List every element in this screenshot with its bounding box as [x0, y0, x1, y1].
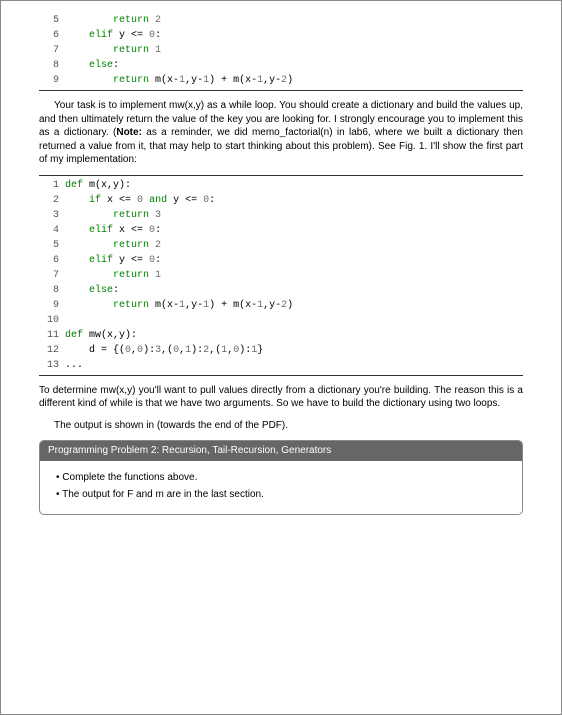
code-line: d = {(0,0):3,(0,1):2,(1,0):1}	[65, 343, 263, 358]
code-row: 11def mw(x,y):	[39, 328, 523, 343]
code-line: return 1	[65, 268, 161, 283]
paragraph-explain: To determine mw(x,y) you'll want to pull…	[39, 384, 523, 411]
code-line: return 2	[65, 13, 161, 28]
paragraph-intro: Your task is to implement mw(x,y) as a w…	[39, 99, 523, 167]
code-line: def mw(x,y):	[65, 328, 137, 343]
line-number: 12	[39, 343, 65, 358]
document-page: 5 return 26 elif y <= 0:7 return 18 else…	[0, 0, 562, 715]
line-number: 6	[39, 253, 65, 268]
line-number: 9	[39, 73, 65, 88]
problem-bullet: Complete the functions above.	[56, 471, 512, 485]
code-row: 8 else:	[39, 58, 523, 73]
code-line: ...	[65, 358, 83, 373]
para1-note-label: Note:	[116, 127, 142, 138]
code-row: 7 return 1	[39, 43, 523, 58]
code-row: 13...	[39, 358, 523, 373]
code-line: return 2	[65, 238, 161, 253]
paragraph-output-note: The output is shown in (towards the end …	[39, 419, 523, 433]
line-number: 6	[39, 28, 65, 43]
code-row: 6 elif y <= 0:	[39, 253, 523, 268]
line-number: 3	[39, 208, 65, 223]
code-row: 6 elif y <= 0:	[39, 28, 523, 43]
problem-bullet: The output for F and m are in the last s…	[56, 488, 512, 502]
code-row: 4 elif x <= 0:	[39, 223, 523, 238]
line-number: 8	[39, 283, 65, 298]
code-line: if x <= 0 and y <= 0:	[65, 193, 215, 208]
code-row: 9 return m(x-1,y-1) + m(x-1,y-2)	[39, 73, 523, 88]
code-line: elif x <= 0:	[65, 223, 161, 238]
code-row: 2 if x <= 0 and y <= 0:	[39, 193, 523, 208]
code-row: 9 return m(x-1,y-1) + m(x-1,y-2)	[39, 298, 523, 313]
code-line: return m(x-1,y-1) + m(x-1,y-2)	[65, 298, 293, 313]
line-number: 9	[39, 298, 65, 313]
code-line: def m(x,y):	[65, 178, 131, 193]
code-line: return m(x-1,y-1) + m(x-1,y-2)	[65, 73, 293, 88]
code-listing-b: 1def m(x,y):2 if x <= 0 and y <= 0:3 ret…	[39, 175, 523, 376]
code-line: else:	[65, 58, 119, 73]
line-number: 8	[39, 58, 65, 73]
problem-body: Complete the functions above. The output…	[40, 461, 522, 514]
line-number: 5	[39, 238, 65, 253]
code-line: elif y <= 0:	[65, 253, 161, 268]
line-number: 10	[39, 313, 65, 328]
line-number: 5	[39, 13, 65, 28]
code-row: 3 return 3	[39, 208, 523, 223]
line-number: 4	[39, 223, 65, 238]
line-number: 2	[39, 193, 65, 208]
line-number: 1	[39, 178, 65, 193]
code-line: elif y <= 0:	[65, 28, 161, 43]
code-line: else:	[65, 283, 119, 298]
problem-box: Programming Problem 2: Recursion, Tail-R…	[39, 440, 523, 515]
line-number: 11	[39, 328, 65, 343]
line-number: 13	[39, 358, 65, 373]
code-listing-a: 5 return 26 elif y <= 0:7 return 18 else…	[39, 13, 523, 91]
code-row: 10	[39, 313, 523, 328]
code-row: 7 return 1	[39, 268, 523, 283]
line-number: 7	[39, 268, 65, 283]
code-line: return 3	[65, 208, 161, 223]
code-row: 1def m(x,y):	[39, 178, 523, 193]
code-row: 8 else:	[39, 283, 523, 298]
code-row: 5 return 2	[39, 13, 523, 28]
code-row: 12 d = {(0,0):3,(0,1):2,(1,0):1}	[39, 343, 523, 358]
code-line: return 1	[65, 43, 161, 58]
code-row: 5 return 2	[39, 238, 523, 253]
line-number: 7	[39, 43, 65, 58]
problem-header: Programming Problem 2: Recursion, Tail-R…	[40, 441, 522, 461]
